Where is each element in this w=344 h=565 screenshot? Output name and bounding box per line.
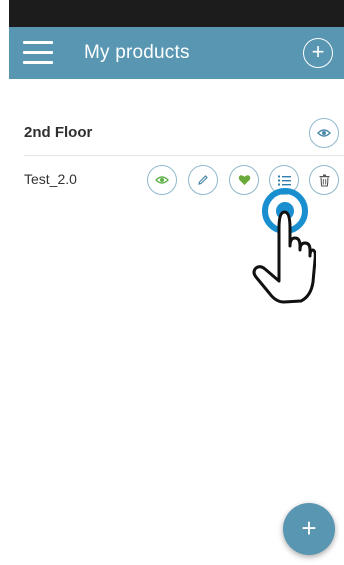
eye-icon xyxy=(155,176,169,184)
add-product-button[interactable]: + xyxy=(303,38,333,68)
group-view-button[interactable] xyxy=(309,118,339,148)
status-bar xyxy=(9,0,344,27)
product-details-button[interactable] xyxy=(269,165,299,195)
list-icon xyxy=(277,175,291,185)
product-name: Test_2.0 xyxy=(24,171,77,187)
view-product-button[interactable] xyxy=(147,165,177,195)
product-row: Test_2.0 xyxy=(9,162,344,198)
heart-icon xyxy=(238,175,250,185)
plus-icon: + xyxy=(311,39,325,64)
menu-button[interactable] xyxy=(23,39,53,67)
group-row: 2nd Floor xyxy=(9,115,344,153)
group-name: 2nd Floor xyxy=(24,124,93,141)
edit-product-button[interactable] xyxy=(188,165,218,195)
delete-product-button[interactable] xyxy=(309,165,339,195)
app-screen: My products + 2nd Floor Test_2.0 + xyxy=(9,0,344,565)
app-bar: My products + xyxy=(9,27,344,79)
plus-icon: + xyxy=(301,513,317,543)
pencil-icon xyxy=(198,175,208,185)
hamburger-menu-icon xyxy=(23,41,53,44)
divider xyxy=(24,155,344,156)
page-title: My products xyxy=(84,42,190,63)
trash-icon xyxy=(319,174,329,187)
favorite-product-button[interactable] xyxy=(229,165,259,195)
add-fab-button[interactable]: + xyxy=(283,503,335,555)
eye-icon xyxy=(317,129,331,137)
